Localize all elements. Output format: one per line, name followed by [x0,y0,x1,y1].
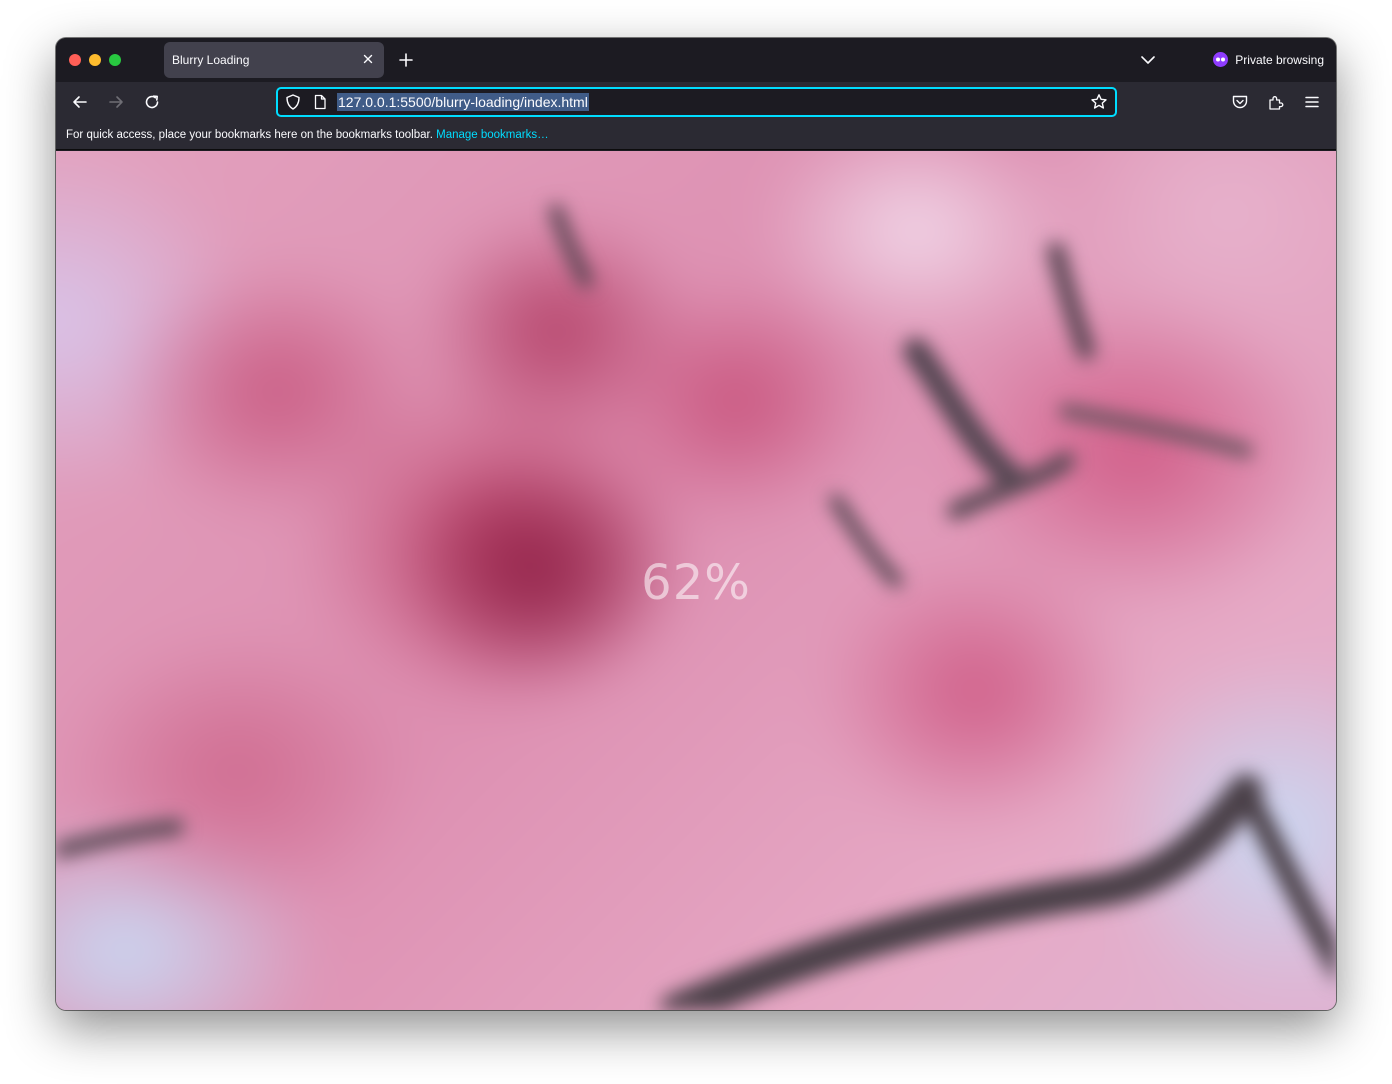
minimize-window-button[interactable] [89,54,101,66]
navigation-toolbar: 127.0.0.1:5500/blurry-loading/index.html [56,82,1336,122]
shield-icon[interactable] [284,93,302,111]
private-mask-icon [1213,52,1229,67]
pocket-icon[interactable] [1230,92,1250,112]
private-browsing-indicator: Private browsing [1213,52,1324,67]
zoom-window-button[interactable] [109,54,121,66]
url-text[interactable]: 127.0.0.1:5500/blurry-loading/index.html [337,93,589,111]
page-icon[interactable] [311,93,329,111]
close-window-button[interactable] [69,54,81,66]
plus-icon[interactable] [396,50,416,70]
star-icon[interactable] [1089,92,1109,112]
manage-bookmarks-link[interactable]: Manage bookmarks… [436,129,549,141]
bookmarks-toolbar: For quick access, place your bookmarks h… [56,122,1336,150]
page-content: 62% [56,151,1336,1010]
close-icon[interactable] [360,51,376,67]
tab-blurry-loading[interactable]: Blurry Loading [164,42,384,78]
reload-icon[interactable] [142,92,162,112]
url-bar[interactable]: 127.0.0.1:5500/blurry-loading/index.html [276,87,1117,117]
bookmarks-empty-message: For quick access, place your bookmarks h… [66,129,433,141]
loading-percentage: 62% [641,555,751,611]
puzzle-icon[interactable] [1266,92,1286,112]
tab-strip: Blurry Loading Private browsing [56,38,1336,82]
tab-title: Blurry Loading [172,53,250,67]
chevron-down-icon[interactable] [1138,50,1158,70]
browser-window: Blurry Loading Private browsing 127.0.0.… [56,38,1336,1010]
private-browsing-label: Private browsing [1235,52,1324,67]
back-arrow-icon[interactable] [70,92,90,112]
forward-arrow-icon[interactable] [106,92,126,112]
hamburger-icon[interactable] [1302,92,1322,112]
